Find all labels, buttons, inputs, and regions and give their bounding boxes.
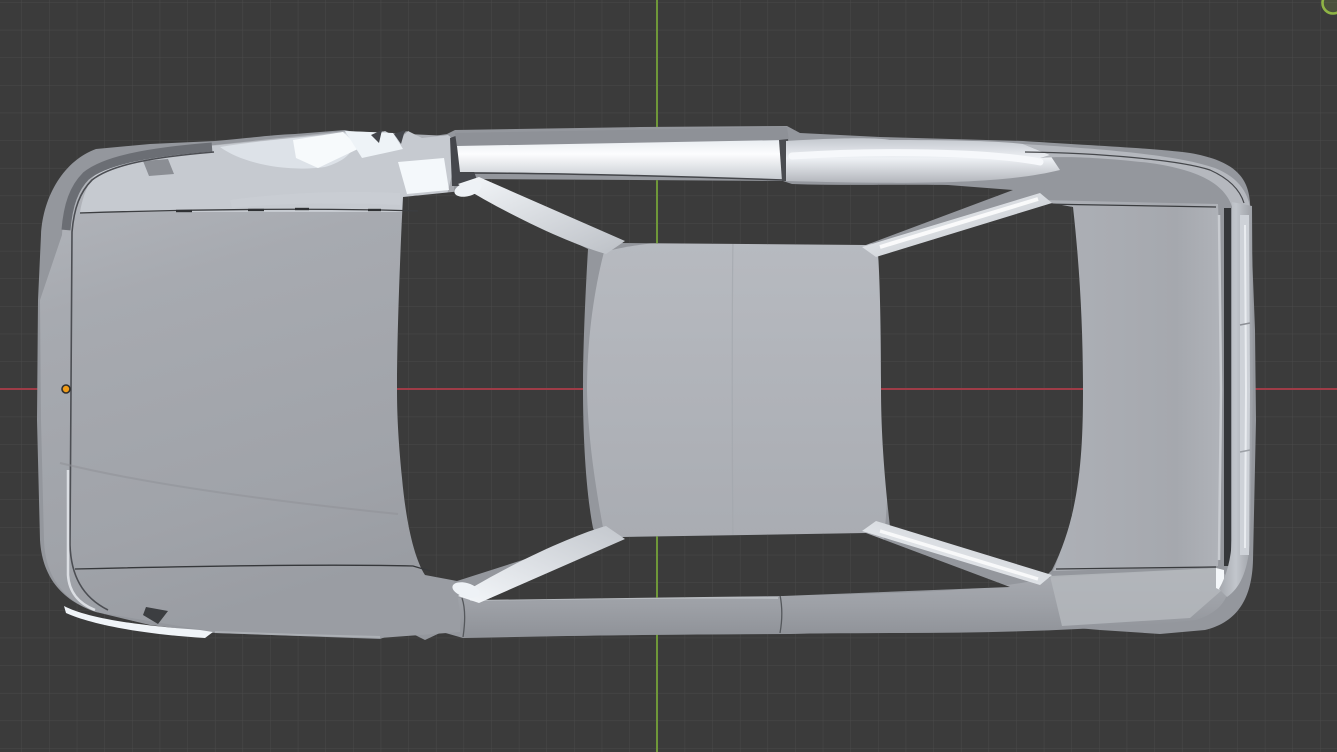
fascia-core-highlight bbox=[1244, 224, 1248, 549]
top-door-strip bbox=[455, 127, 790, 181]
fascia-slit bbox=[1224, 208, 1231, 566]
object-origin-dot bbox=[61, 384, 71, 394]
viewport-3d-stage bbox=[0, 0, 1337, 752]
rear-fascia bbox=[1219, 202, 1253, 597]
roof-panel bbox=[587, 238, 892, 545]
viewport-3d[interactable] bbox=[0, 0, 1337, 752]
highlight-shape bbox=[398, 158, 449, 194]
